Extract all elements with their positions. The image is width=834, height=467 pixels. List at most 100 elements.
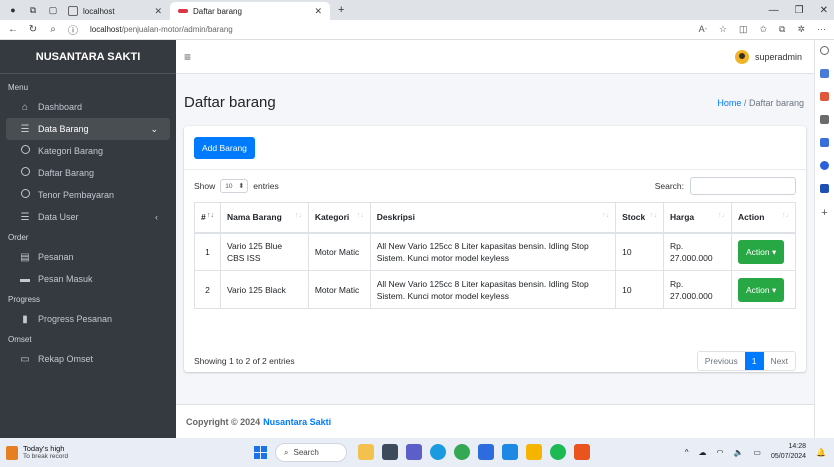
close-tab-icon[interactable]: ✕ <box>154 6 162 17</box>
teams-icon[interactable] <box>406 444 422 460</box>
col-no[interactable]: # ↑↓ <box>194 202 221 234</box>
table-row: 1 Vario 125 Blue CBS ISS Motor Matic All… <box>194 232 796 271</box>
volume-icon[interactable]: 🔈 <box>733 448 743 457</box>
widgets-icon[interactable] <box>358 444 374 460</box>
restore-icon[interactable]: ❐ <box>795 5 804 16</box>
weather-widget[interactable]: Today's high To break record <box>6 443 68 461</box>
avatar <box>734 49 749 64</box>
col-harga[interactable]: Harga ↑↓ <box>663 202 732 234</box>
cloud-icon[interactable]: ☁ <box>698 448 706 457</box>
notification-icon[interactable]: 🔔 <box>816 448 826 457</box>
tab-localhost[interactable]: localhost ✕ <box>60 2 170 20</box>
site-info-icon[interactable]: ⓘ <box>66 22 80 37</box>
favorites-icon[interactable]: ✩ <box>759 24 767 35</box>
store-icon[interactable] <box>478 444 494 460</box>
file-explorer-icon[interactable] <box>526 444 542 460</box>
circle-icon <box>18 145 32 157</box>
sidebar-item-data-barang[interactable]: ☰ Data Barang ⌄ <box>6 118 170 140</box>
refresh-icon[interactable]: ↻ <box>26 24 40 35</box>
wifi-icon[interactable]: ◠ <box>716 448 723 457</box>
search-icon[interactable] <box>820 46 829 55</box>
col-kategori[interactable]: Kategori ↑↓ <box>307 202 371 234</box>
sort-icon: ↑↓ <box>650 212 658 220</box>
close-window-icon[interactable]: ✕ <box>820 5 828 16</box>
favorite-icon[interactable]: ☆ <box>719 24 727 35</box>
page-footer: Copyright © 2024 Nusantara Sakti <box>176 404 814 438</box>
sidebar-item-progress-pesanan[interactable]: ▮ Progress Pesanan <box>6 308 170 330</box>
tools-icon[interactable] <box>820 115 829 124</box>
menu-toggle-icon[interactable]: ≡ <box>184 50 191 64</box>
close-tab-icon[interactable]: ✕ <box>314 6 322 17</box>
sidebar-item-rekap-omset[interactable]: ▭ Rekap Omset <box>6 348 170 370</box>
user-menu[interactable]: superadmin <box>734 49 802 64</box>
add-icon[interactable]: + <box>821 207 827 219</box>
chevron-up-icon[interactable]: ^ <box>685 448 689 457</box>
search-icon[interactable]: ⌕ <box>46 24 60 35</box>
read-aloud-icon[interactable]: Aᐧ <box>699 24 707 35</box>
table-info: Showing 1 to 2 of 2 entries <box>194 356 295 366</box>
sidebar-item-label: Rekap Omset <box>38 354 94 364</box>
address-bar: ← ↻ ⌕ ⓘ localhost/penjualan-motor/admin/… <box>0 20 834 40</box>
workspaces-icon[interactable]: ⧉ <box>26 3 40 17</box>
message-icon: ▬ <box>20 273 30 285</box>
split-screen-icon[interactable]: ◫ <box>739 24 748 35</box>
date: 05/07/2024 <box>770 453 807 460</box>
more-icon[interactable]: ⋯ <box>817 24 826 35</box>
caret-down-icon: ▾ <box>772 246 777 257</box>
next-button[interactable]: Next <box>764 352 795 370</box>
windows-start-icon[interactable] <box>254 446 267 459</box>
browser-tabbar: ● ⧉ ▢ localhost ✕ Daftar barang ✕ + — ❐ … <box>0 0 834 20</box>
clock[interactable]: 14:28 05/07/2024 <box>771 442 806 462</box>
weather-title: Today's high <box>23 443 65 453</box>
sidebar-item-data-user[interactable]: ☰ Data User ‹ <box>6 206 170 228</box>
sidebar-item-dashboard[interactable]: ⌂ Dashboard <box>6 96 170 118</box>
bookmark-icon: ▮ <box>22 313 28 325</box>
minimize-icon[interactable]: — <box>769 5 779 16</box>
task-view-icon[interactable] <box>382 444 398 460</box>
outlook-icon[interactable] <box>820 184 829 193</box>
col-nama-barang[interactable]: Nama Barang ↑↓ <box>219 202 309 234</box>
url-field[interactable]: localhost/penjualan-motor/admin/barang <box>90 25 699 34</box>
cell-no: 1 <box>194 232 221 271</box>
copilot-icon[interactable] <box>820 69 829 78</box>
section-order: Order <box>8 232 29 242</box>
col-stock[interactable]: Stock ↑↓ <box>615 202 665 234</box>
add-barang-button[interactable]: Add Barang <box>194 136 255 159</box>
table-row: 2 Vario 125 Black Motor Matic All New Va… <box>194 270 796 309</box>
taskbar-search[interactable]: ⌕ Search <box>275 443 347 462</box>
sidebar-item-tenor-pembayaran[interactable]: Tenor Pembayaran <box>6 184 170 206</box>
tab-actions-icon[interactable]: ▢ <box>46 3 60 17</box>
sidebar-item-kategori-barang[interactable]: Kategori Barang <box>6 140 170 162</box>
brand-logo[interactable]: NUSANTARA SAKTI <box>0 40 176 74</box>
games-icon[interactable] <box>820 138 829 147</box>
action-dropdown-button[interactable]: Action ▾ <box>738 239 785 264</box>
spotify-icon[interactable] <box>550 444 566 460</box>
new-tab-button[interactable]: + <box>338 4 344 16</box>
entries-select[interactable]: 10 ⬍ <box>220 179 249 193</box>
col-action[interactable]: Action ↑↓ <box>731 202 796 234</box>
action-dropdown-button[interactable]: Action ▾ <box>738 277 785 302</box>
breadcrumb-home-link[interactable]: Home <box>717 98 741 108</box>
shopping-icon[interactable] <box>820 92 829 101</box>
edge-icon[interactable] <box>430 444 446 460</box>
xampp-icon[interactable] <box>574 444 590 460</box>
battery-icon[interactable]: ▭ <box>753 448 761 457</box>
office-icon[interactable] <box>820 161 829 170</box>
profile-icon[interactable]: ● <box>6 3 20 17</box>
breadcrumb: Home / Daftar barang <box>717 98 804 108</box>
vscode-icon[interactable] <box>502 444 518 460</box>
sidebar-item-daftar-barang[interactable]: Daftar Barang <box>6 162 170 184</box>
search-input[interactable] <box>690 177 796 195</box>
tab-daftar-barang[interactable]: Daftar barang ✕ <box>170 2 330 20</box>
extensions-icon[interactable]: ✲ <box>797 24 805 35</box>
copyright-text: Copyright © 2024 <box>186 416 261 427</box>
page-1-button[interactable]: 1 <box>744 352 764 370</box>
col-deskripsi[interactable]: Deskripsi ↑↓ <box>369 202 617 234</box>
chrome-icon[interactable] <box>454 444 470 460</box>
back-icon[interactable]: ← <box>6 24 20 35</box>
previous-button[interactable]: Previous <box>698 352 745 370</box>
collections-icon[interactable]: ⧉ <box>779 24 785 35</box>
sidebar-item-pesan-masuk[interactable]: ▬ Pesan Masuk <box>6 268 170 290</box>
footer-link[interactable]: Nusantara Sakti <box>263 417 331 427</box>
sidebar-item-pesanan[interactable]: ▤ Pesanan <box>6 246 170 268</box>
